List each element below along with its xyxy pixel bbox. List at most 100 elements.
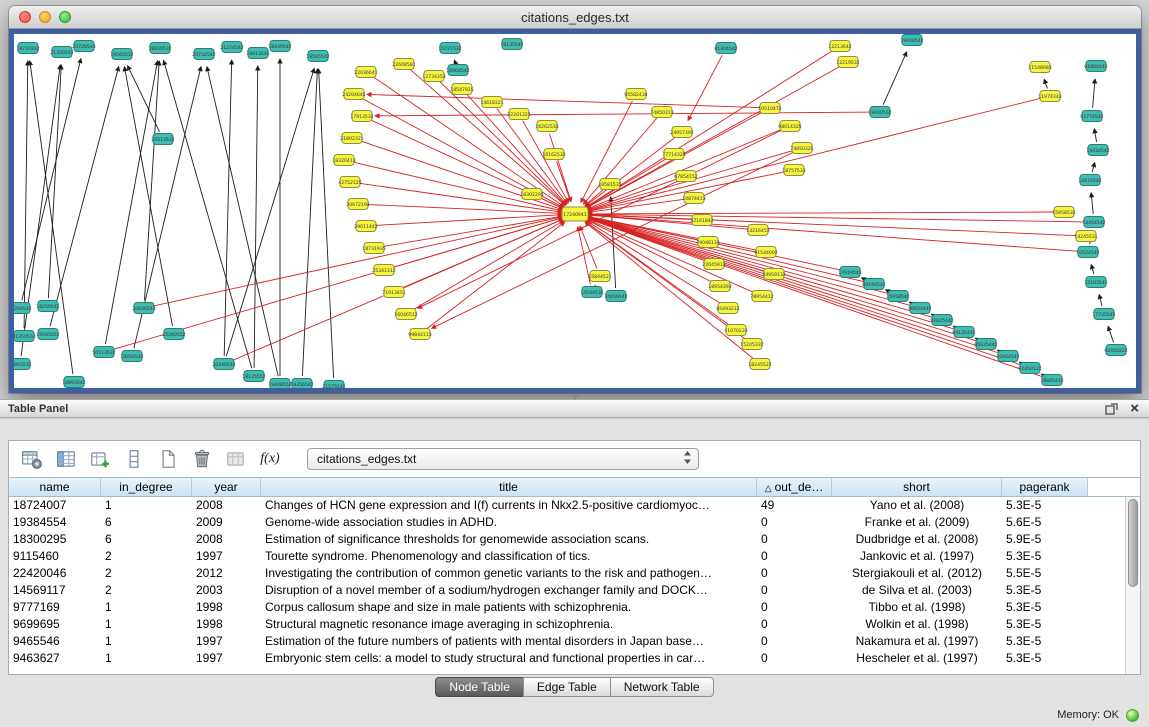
network-node[interactable]: 22036641 (354, 67, 377, 78)
network-node[interactable]: 18259542 (36, 301, 59, 312)
network-node[interactable]: 17913532 (350, 111, 373, 122)
network-node[interactable]: 79046133 (696, 237, 719, 248)
window-titlebar[interactable]: citations_edges.txt (9, 6, 1141, 29)
network-node[interactable]: 12213642 (828, 41, 851, 52)
function-builder-button[interactable]: f(x) (257, 446, 283, 472)
network-node[interactable]: 94135442 (952, 327, 975, 338)
network-node[interactable]: 19565552 (36, 329, 59, 340)
network-node[interactable]: 17919542 (838, 267, 861, 278)
network-node[interactable]: 19581535 (598, 179, 621, 190)
column-header-title[interactable]: title (261, 478, 757, 496)
network-node[interactable]: 25260542 (14, 303, 32, 314)
network-node[interactable]: 21350552 (14, 331, 36, 342)
table-row[interactable]: 969969511998Structural magnetic resonanc… (9, 616, 1125, 633)
network-node[interactable]: 16046512 (394, 309, 417, 320)
row-view-button[interactable] (121, 446, 147, 472)
tab-edge-table[interactable]: Edge Table (523, 677, 611, 697)
network-node[interactable]: 15245332 (740, 339, 763, 350)
network-node[interactable]: 18893542 (62, 377, 85, 388)
network-node[interactable]: 14544532 (580, 287, 603, 298)
network-node[interactable]: 18245522 (748, 359, 771, 370)
network-node[interactable]: 19356542 (290, 379, 313, 389)
network-node[interactable]: 15844521 (588, 271, 611, 282)
network-node[interactable]: 12103542 (1084, 277, 1107, 288)
network-node[interactable]: 18954393 (708, 281, 731, 292)
network-node[interactable]: 74850313 (650, 107, 673, 118)
network-node[interactable]: 18135552 (242, 371, 265, 382)
table-row[interactable]: 911546021997Tourette syndrome. Phenomeno… (9, 548, 1125, 565)
tab-node-table[interactable]: Node Table (435, 677, 524, 697)
network-node[interactable]: 14434542 (1086, 145, 1109, 156)
network-node[interactable]: 98014325 (778, 121, 801, 132)
network-node[interactable]: 16162532 (542, 149, 565, 160)
network-node[interactable]: 24204645 (342, 89, 365, 100)
network-node[interactable]: 19013542 (246, 48, 269, 59)
table-row[interactable]: 977716911998Corpus callosum shape and si… (9, 599, 1125, 616)
network-node[interactable]: 85493212 (716, 303, 739, 314)
network-node[interactable]: 21575542 (322, 381, 345, 389)
network-node[interactable]: 78954412 (750, 291, 773, 302)
float-panel-icon[interactable] (1105, 403, 1118, 415)
network-node[interactable]: 20340542 (212, 359, 235, 370)
network-node[interactable]: 21350542 (50, 47, 73, 58)
network-node[interactable]: 11548083 (1028, 62, 1051, 73)
network-node[interactable]: 20646542 (132, 303, 155, 314)
network-node[interactable]: 42752125 (338, 177, 361, 188)
network-node[interactable]: 14245531 (1074, 231, 1097, 242)
network-node[interactable]: 18320413 (332, 155, 355, 166)
network-node[interactable]: 21274542 (220, 42, 243, 53)
column-header-in_degree[interactable]: in_degree (101, 478, 192, 496)
network-node[interactable]: 95582434 (624, 89, 647, 100)
network-node[interactable]: 16904542 (446, 65, 469, 76)
network-node[interactable]: 41070233 (724, 325, 747, 336)
network-node[interactable]: 19448552 (268, 379, 291, 389)
network-node[interactable]: 92450222 (1104, 345, 1127, 356)
network-node[interactable]: 32201325 (507, 109, 530, 120)
network-node[interactable]: 14618321 (480, 97, 503, 108)
network-node[interactable]: 12734353 (422, 71, 445, 82)
network-node[interactable]: 32161842 (690, 215, 713, 226)
column-header-name[interactable]: name (9, 478, 101, 496)
network-node[interactable]: 15958542 (886, 291, 909, 302)
network-node[interactable]: 20728543 (72, 41, 95, 52)
close-panel-icon[interactable]: × (1130, 403, 1139, 415)
network-node[interactable]: 20732542 (192, 49, 215, 60)
table-row[interactable]: 1830029562008Estimation of significance … (9, 531, 1125, 548)
network-node[interactable]: 18302295 (520, 189, 543, 200)
network-node[interactable]: 10874413 (682, 193, 705, 204)
network-node[interactable]: 19448562 (868, 107, 891, 118)
network-node[interactable]: 34959142 (604, 291, 627, 302)
table-row[interactable]: 2242004622012Investigating the contribut… (9, 565, 1125, 582)
network-node[interactable]: 81304542 (714, 43, 737, 54)
network-node[interactable]: 11974343 (1038, 91, 1061, 102)
network-node[interactable]: 18439542 (268, 41, 291, 52)
network-node[interactable]: 92825442 (930, 315, 953, 326)
network-node[interactable]: 77714325 (662, 149, 685, 160)
network-node[interactable]: 92450122 (1018, 363, 1041, 374)
network-node[interactable]: 18135542 (500, 39, 523, 50)
network-node[interactable]: 16262533 (535, 121, 558, 132)
network-node[interactable]: 92774542 (1080, 111, 1103, 122)
create-column-button[interactable] (155, 446, 181, 472)
scrollbar-thumb[interactable] (1128, 499, 1138, 587)
close-button[interactable] (19, 11, 31, 23)
table-row[interactable]: 946362711997Embryonic stem cells: a mode… (9, 650, 1125, 667)
network-node[interactable]: 90654442 (908, 303, 931, 314)
network-node[interactable]: 18547925 (450, 84, 473, 95)
table-selector-dropdown[interactable]: citations_edges.txt (307, 448, 699, 470)
table-row[interactable]: 1456911722003Disruption of a novel membe… (9, 582, 1125, 599)
network-node[interactable]: 30672194 (346, 199, 369, 210)
network-node[interactable]: 95035442 (974, 339, 997, 350)
network-node[interactable]: 29011442 (354, 221, 377, 232)
network-node[interactable]: 14474542 (1078, 175, 1101, 186)
table-settings-button[interactable] (19, 446, 45, 472)
network-node[interactable]: 19565532 (110, 49, 133, 60)
network-node[interactable]: 10464542 (996, 351, 1019, 362)
network-node[interactable]: 91800442 (1084, 61, 1107, 72)
zoom-button[interactable] (59, 11, 71, 23)
table-row[interactable]: 1938455462009Genome-wide association stu… (9, 514, 1125, 531)
network-node[interactable]: 10524542 (1076, 247, 1099, 258)
network-node[interactable]: 24957392 (670, 127, 693, 138)
network-node[interactable]: 25341312 (372, 265, 395, 276)
network-node[interactable]: 19565542 (306, 51, 329, 62)
